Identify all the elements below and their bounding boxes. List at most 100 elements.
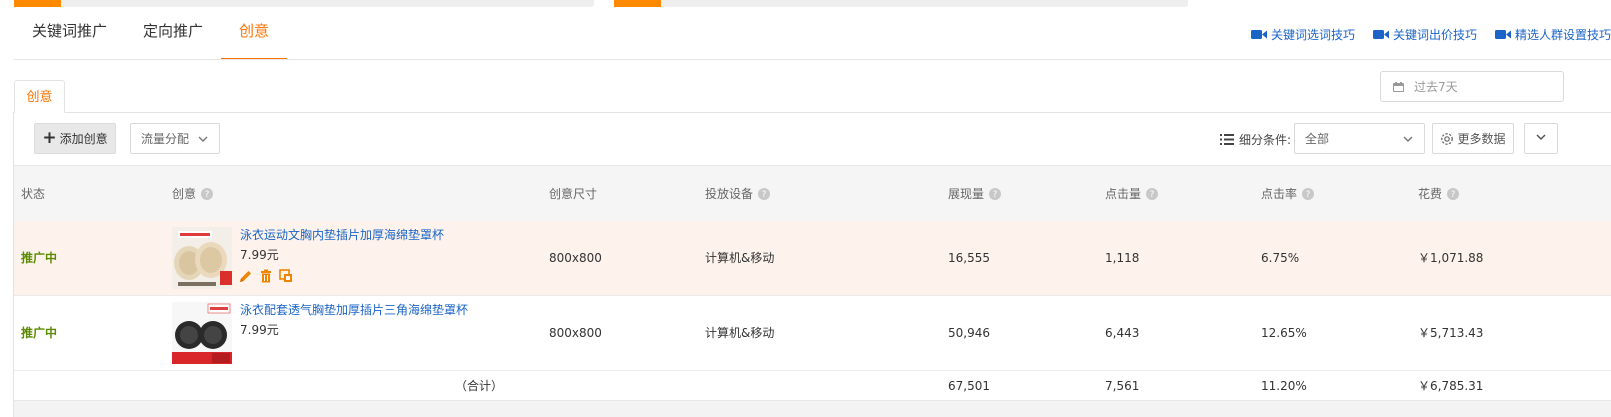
chevron-down-icon [1535,131,1547,146]
tip-audience-setup-link[interactable]: 精选人群设置技巧 [1494,26,1611,43]
summary-clicks: 7,561 [1105,379,1140,393]
creative-size: 800x800 [549,251,602,265]
calendar-icon [1393,81,1404,92]
tip-label: 精选人群设置技巧 [1514,28,1611,42]
video-camera-icon [1372,29,1389,40]
plus-icon: + [42,128,57,148]
header-cost: 花费 ? [1418,166,1460,222]
ctr-value: 12.65% [1261,326,1307,340]
tab-creative[interactable]: 创意 [221,16,288,60]
more-data-button[interactable]: 更多数据 [1432,123,1514,154]
tab-divider [14,59,1611,60]
svg-text:?: ? [1451,190,1456,200]
header-size: 创意尺寸 [549,166,597,222]
header-clicks: 点击量 ? [1105,166,1159,222]
status-badge: 推广中 [21,326,58,340]
summary-cost: ￥6,785.31 [1418,379,1484,393]
tips-links: 关键词选词技巧 关键词出价技巧 精选人群设置技巧 [1250,26,1611,43]
edit-pencil-icon[interactable] [238,269,253,284]
creative-size: 800x800 [549,326,602,340]
ctr-value: 6.75% [1261,251,1300,265]
creative-title-link[interactable]: 泳衣配套透气胸垫加厚插片三角海绵垫罩杯 [240,302,468,318]
cost-value: ￥1,071.88 [1418,251,1484,265]
more-data-label: 更多数据 [1457,132,1506,146]
chevron-down-icon [197,133,209,148]
summary-row: （合计） 67,501 7,561 11.20% ￥6,785.31 [14,371,1611,401]
header-ctr: 点击率 ? [1261,166,1315,222]
expand-button[interactable] [1524,123,1558,154]
tab-keyword-promotion[interactable]: 关键词推广 [14,16,125,60]
tip-keyword-bidding-link[interactable]: 关键词出价技巧 [1372,26,1477,43]
creative-title-link[interactable]: 泳衣运动文胸内垫插片加厚海绵垫罩杯 [240,227,444,243]
cost-value: ￥5,713.43 [1418,326,1484,340]
traffic-allocation-dropdown[interactable]: 流量分配 [130,123,220,154]
delivery-device: 计算机&移动 [705,326,775,340]
status-badge: 推广中 [21,251,58,265]
impressions-value: 16,555 [948,251,990,265]
header-status-label: 状态 [21,187,46,201]
svg-text:?: ? [762,190,767,200]
add-creative-label: 添加创意 [59,132,108,146]
tip-keyword-selection-link[interactable]: 关键词选词技巧 [1250,26,1355,43]
header-cost-label: 花费 [1418,187,1443,201]
svg-text:?: ? [993,190,998,200]
header-clicks-label: 点击量 [1105,187,1142,201]
header-impressions-label: 展现量 [948,187,985,201]
product-thumbnail[interactable] [172,227,232,289]
delete-trash-icon[interactable] [259,269,273,284]
question-icon[interactable]: ? [1146,188,1159,200]
table-row: 推广中 泳衣配套透气胸垫加厚插片三角海绵垫罩杯 7.99元 800x800 计算… [14,296,1611,371]
question-icon[interactable]: ? [1447,188,1460,200]
question-icon[interactable]: ? [989,188,1002,200]
segment-filter-text: 细分条件: [1239,133,1292,147]
tip-label: 关键词出价技巧 [1392,28,1477,42]
segment-filter-value: 全部 [1305,132,1330,146]
date-range-value: 过去7天 [1414,80,1458,94]
date-range-picker[interactable]: 过去7天 [1380,71,1564,102]
tip-label: 关键词选词技巧 [1270,28,1355,42]
sub-tab-creative[interactable]: 创意 [14,80,65,113]
video-camera-icon [1250,29,1267,40]
header-device: 投放设备 ? [705,166,771,222]
creative-price: 7.99元 [240,248,279,262]
chevron-down-icon [1402,133,1414,148]
creative-panel: + 添加创意 流量分配 细分条件: 全部 更多数据 状态 创意 ? 创意尺寸 投… [13,112,1611,417]
question-icon[interactable]: ? [1302,188,1315,200]
impressions-value: 50,946 [948,326,990,340]
table-row: 推广中 泳衣运动文胸内垫插片加厚海绵垫罩杯 7.99元 800x800 计算机&… [14,221,1611,296]
table-header: 状态 创意 ? 创意尺寸 投放设备 ? 展现量 ? 点击量 ? 点击率 ? 花费… [14,165,1611,221]
copy-icon[interactable] [279,269,293,284]
svg-text:?: ? [1306,190,1311,200]
toolbar: + 添加创意 流量分配 细分条件: 全部 更多数据 [14,113,1611,165]
header-device-label: 投放设备 [705,187,754,201]
summary-impressions: 67,501 [948,379,990,393]
svg-text:?: ? [205,190,210,200]
header-impressions: 展现量 ? [948,166,1002,222]
bottom-strip [14,401,1611,417]
add-creative-button[interactable]: + 添加创意 [34,123,116,154]
question-icon[interactable]: ? [201,188,214,200]
list-icon [1220,134,1234,145]
header-ctr-label: 点击率 [1261,187,1298,201]
svg-text:?: ? [1150,190,1155,200]
summary-label: （合计） [455,379,504,393]
header-status: 状态 [21,166,45,222]
question-icon[interactable]: ? [758,188,771,200]
top-progress-bar-2 [614,0,1188,7]
header-size-label: 创意尺寸 [549,187,598,201]
gear-icon [1440,132,1454,146]
summary-ctr: 11.20% [1261,379,1307,393]
header-creative-label: 创意 [172,187,197,201]
traffic-allocation-label: 流量分配 [141,132,190,146]
progress-fill [614,0,661,7]
progress-fill [14,0,61,7]
segment-filter-select[interactable]: 全部 [1294,123,1425,154]
product-thumbnail[interactable] [172,302,232,364]
video-camera-icon [1494,29,1511,40]
main-tabs: 关键词推广 定向推广 创意 [14,16,288,60]
header-creative: 创意 ? [172,166,214,222]
row-actions [238,269,293,284]
tab-targeted-promotion[interactable]: 定向推广 [125,16,221,60]
clicks-value: 1,118 [1105,251,1140,265]
segment-filter-label: 细分条件: [1220,131,1291,148]
